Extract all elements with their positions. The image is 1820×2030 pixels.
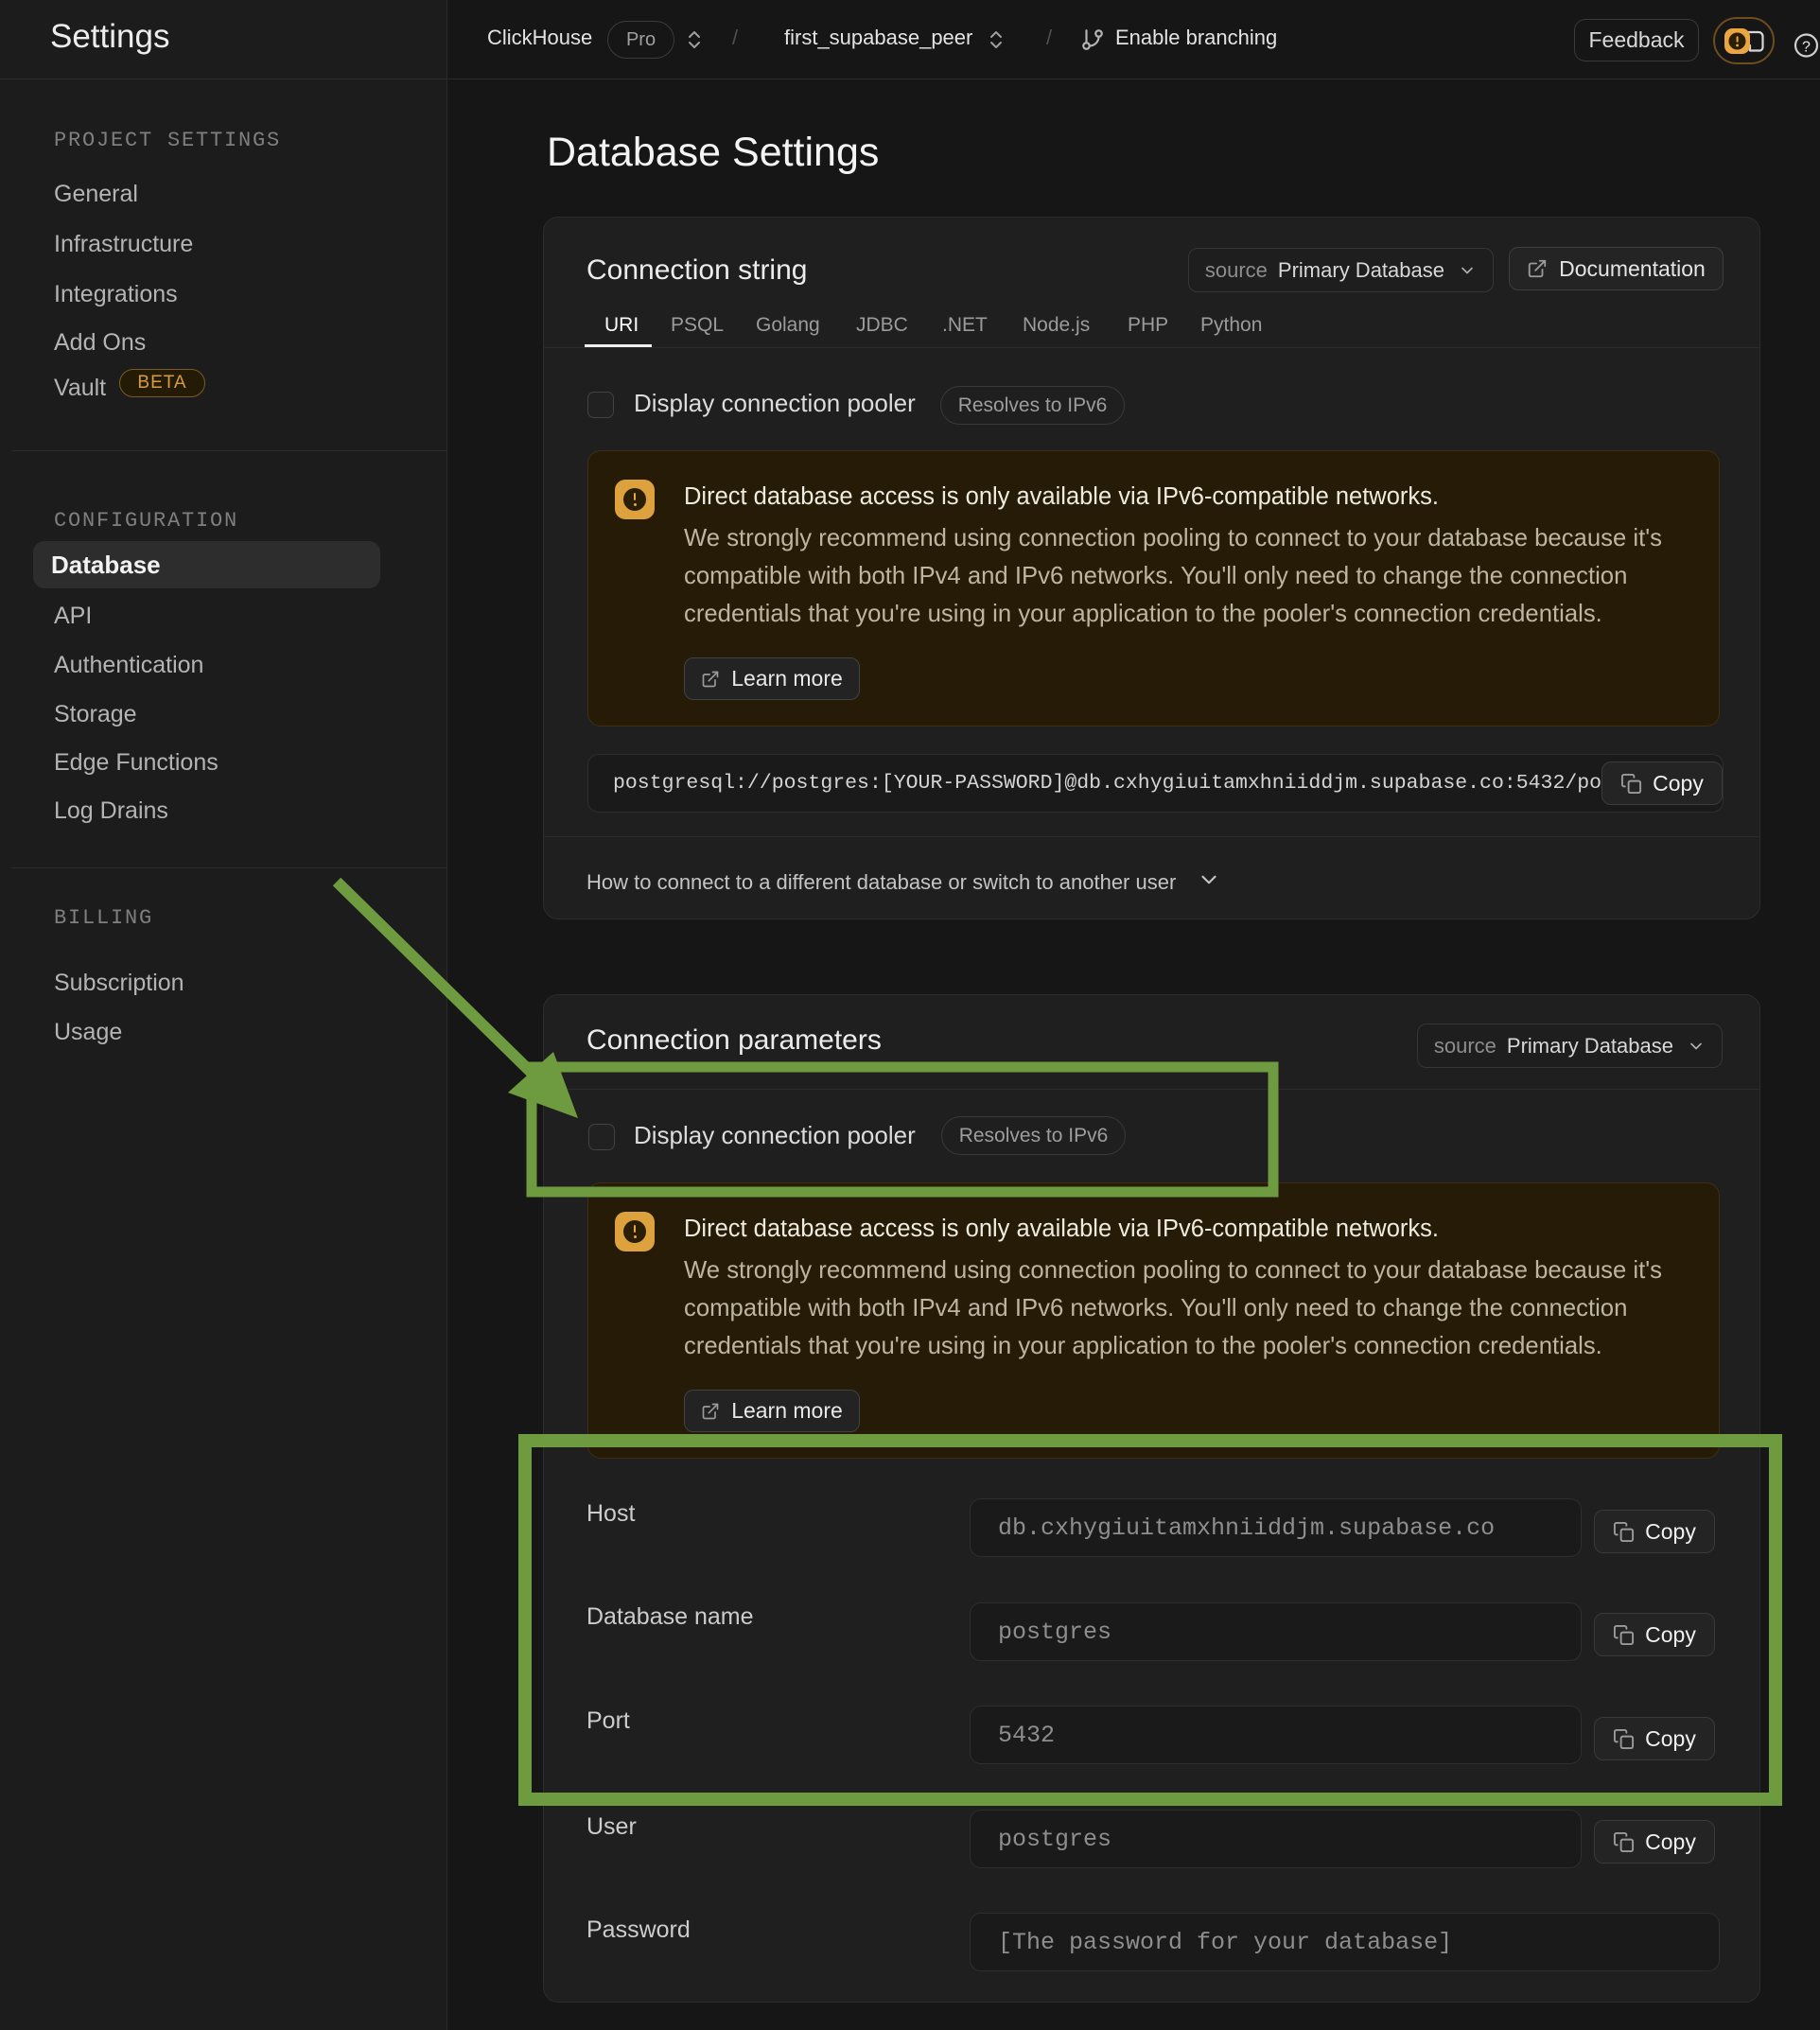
svg-text:?: ? xyxy=(1802,40,1811,56)
